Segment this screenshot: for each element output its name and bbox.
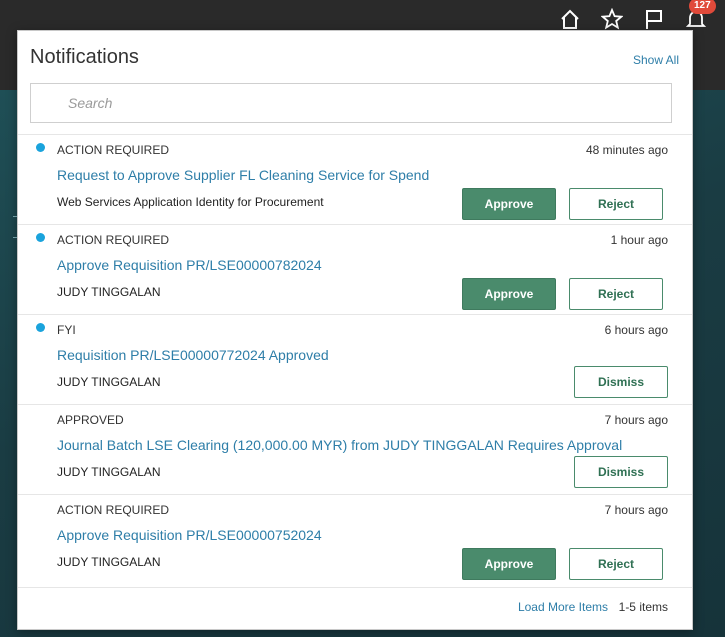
notification-sender: JUDY TINGGALAN: [57, 375, 161, 389]
notification-item: ACTION REQUIRED 7 hours ago Approve Requ…: [18, 494, 692, 584]
unread-indicator: [36, 143, 45, 152]
notification-sender: JUDY TINGGALAN: [57, 465, 161, 479]
notification-time: 48 minutes ago: [585, 143, 668, 157]
notification-list: ACTION REQUIRED 48 minutes ago Request t…: [18, 134, 692, 584]
notification-time: 7 hours ago: [604, 503, 668, 517]
home-icon[interactable]: [559, 8, 581, 30]
notification-item: FYI 6 hours ago Requisition PR/LSE000007…: [18, 314, 692, 404]
item-count: 1-5 items: [618, 600, 668, 614]
approve-button[interactable]: Approve: [462, 188, 556, 220]
notification-title-link[interactable]: Request to Approve Supplier FL Cleaning …: [57, 167, 429, 183]
reject-button[interactable]: Reject: [569, 188, 663, 220]
notification-sender: JUDY TINGGALAN: [57, 285, 161, 299]
notification-status: ACTION REQUIRED: [57, 143, 170, 157]
notification-title-link[interactable]: Approve Requisition PR/LSE00000752024: [57, 527, 322, 543]
notifications-panel: Notifications Show All ACTION REQUIRED 4…: [17, 30, 693, 630]
flag-icon[interactable]: [643, 8, 665, 30]
notification-status: APPROVED: [57, 413, 124, 427]
reject-button[interactable]: Reject: [569, 548, 663, 580]
unread-indicator: [36, 233, 45, 242]
dismiss-button[interactable]: Dismiss: [574, 366, 668, 398]
unread-indicator: [36, 323, 45, 332]
reject-button[interactable]: Reject: [569, 278, 663, 310]
notification-title-link[interactable]: Requisition PR/LSE00000772024 Approved: [57, 347, 329, 363]
notification-time: 1 hour ago: [610, 233, 668, 247]
notification-sender: Web Services Application Identity for Pr…: [57, 195, 324, 209]
notification-time: 7 hours ago: [604, 413, 668, 427]
search-input[interactable]: [66, 94, 671, 112]
load-more-link[interactable]: Load More Items: [518, 600, 608, 614]
star-icon[interactable]: [601, 8, 623, 30]
notification-status: ACTION REQUIRED: [57, 233, 170, 247]
approve-button[interactable]: Approve: [462, 548, 556, 580]
show-all-link[interactable]: Show All: [633, 53, 679, 67]
notification-time: 6 hours ago: [604, 323, 668, 337]
notification-status: ACTION REQUIRED: [57, 503, 170, 517]
notification-sender: JUDY TINGGALAN: [57, 555, 161, 569]
bell-icon[interactable]: 127: [685, 0, 716, 30]
notification-item: ACTION REQUIRED 1 hour ago Approve Requi…: [18, 224, 692, 314]
notification-status: FYI: [57, 323, 76, 337]
notification-item: ACTION REQUIRED 48 minutes ago Request t…: [18, 134, 692, 224]
approve-button[interactable]: Approve: [462, 278, 556, 310]
panel-footer: Load More Items 1-5 items: [18, 587, 692, 628]
notification-count-badge: 127: [689, 0, 716, 14]
notification-item: APPROVED 7 hours ago Journal Batch LSE C…: [18, 404, 692, 494]
panel-title: Notifications: [30, 46, 139, 68]
search-field[interactable]: [30, 83, 672, 123]
dismiss-button[interactable]: Dismiss: [574, 456, 668, 488]
notification-title-link[interactable]: Journal Batch LSE Clearing (120,000.00 M…: [57, 437, 622, 453]
notification-title-link[interactable]: Approve Requisition PR/LSE00000782024: [57, 257, 322, 273]
